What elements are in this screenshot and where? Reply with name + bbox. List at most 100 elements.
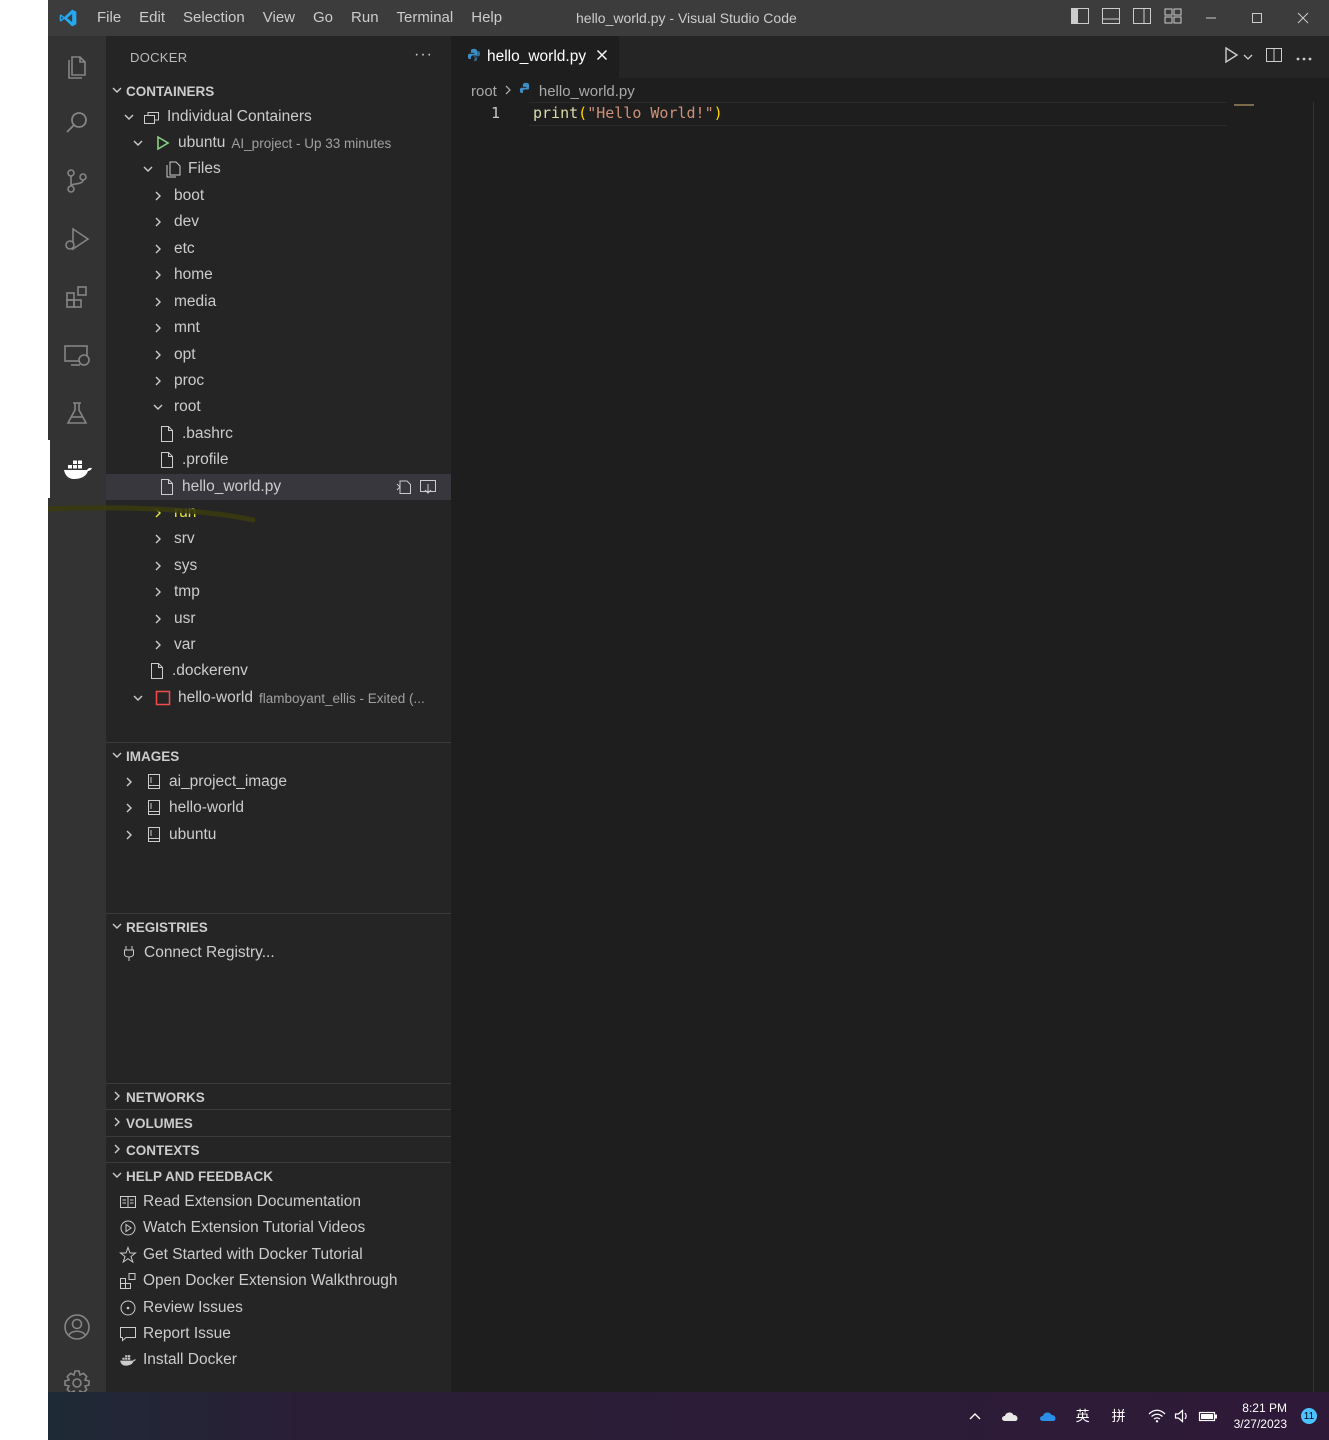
docker-icon[interactable]	[48, 440, 106, 498]
folder-etc[interactable]: etc	[106, 236, 451, 262]
toggle-panel-icon[interactable]	[1101, 7, 1121, 30]
volume-icon[interactable]	[1174, 1409, 1190, 1423]
folder-sys[interactable]: sys	[106, 553, 451, 579]
chevron-down-icon	[130, 135, 146, 151]
menu-view[interactable]: View	[254, 0, 304, 36]
folder-usr[interactable]: usr	[106, 606, 451, 632]
explorer-icon[interactable]	[48, 36, 106, 94]
testing-icon[interactable]	[48, 384, 106, 442]
menu-selection[interactable]: Selection	[174, 0, 254, 36]
folder-var[interactable]: var	[106, 632, 451, 658]
onedrive-icon[interactable]	[1038, 1410, 1058, 1422]
help-section-header[interactable]: HELP AND FEEDBACK	[106, 1163, 451, 1189]
editor-more-icon[interactable]	[1295, 49, 1313, 67]
extensions-icon[interactable]	[48, 268, 106, 326]
help-item-read-docs[interactable]: Read Extension Documentation	[106, 1189, 451, 1215]
folder-boot[interactable]: boot	[106, 183, 451, 209]
folder-mnt[interactable]: mnt	[106, 315, 451, 341]
remote-explorer-icon[interactable]	[48, 326, 106, 384]
folder-proc[interactable]: proc	[106, 368, 451, 394]
file-icon	[148, 662, 166, 680]
minimize-icon[interactable]	[1188, 0, 1234, 36]
maximize-icon[interactable]	[1234, 0, 1280, 36]
file-dockerenv[interactable]: .dockerenv	[106, 658, 451, 684]
toggle-secondary-sidebar-icon[interactable]	[1132, 7, 1152, 30]
folder-media[interactable]: media	[106, 289, 451, 315]
help-item-report-issue[interactable]: Report Issue	[106, 1321, 451, 1347]
individual-containers-group[interactable]: Individual Containers	[106, 104, 451, 130]
run-file-icon[interactable]	[1223, 46, 1239, 69]
comment-icon	[119, 1325, 137, 1343]
help-item-install-docker[interactable]: Install Docker	[106, 1347, 451, 1373]
token-paren-close: )	[713, 104, 723, 122]
help-item-walkthrough[interactable]: Open Docker Extension Walkthrough	[106, 1268, 451, 1294]
open-file-icon[interactable]	[395, 478, 413, 501]
folder-opt[interactable]: opt	[106, 342, 451, 368]
settings-gear-icon[interactable]	[48, 1354, 106, 1392]
image-item[interactable]: ubuntu	[106, 822, 451, 848]
ime-language-indicator[interactable]: 英	[1076, 1406, 1090, 1426]
chevron-down-icon[interactable]	[1243, 49, 1253, 67]
folder-root[interactable]: root	[106, 394, 451, 420]
close-tab-icon[interactable]	[596, 48, 608, 66]
sidebar-title: DOCKER	[130, 49, 188, 65]
clock-time: 8:21 PM	[1242, 1401, 1287, 1415]
container-hello-world[interactable]: hello-world flamboyant_ellis - Exited (.…	[106, 685, 451, 711]
customize-layout-icon[interactable]	[1163, 7, 1183, 30]
menu-run[interactable]: Run	[342, 0, 388, 36]
folder-dev[interactable]: dev	[106, 209, 451, 235]
container-ubuntu-status: AI_project - Up 33 minutes	[231, 135, 392, 151]
accounts-icon[interactable]	[48, 1298, 106, 1356]
editor-scrollbar[interactable]	[1313, 102, 1329, 1392]
more-actions-icon[interactable]: ···	[414, 46, 433, 64]
search-icon[interactable]	[48, 94, 106, 152]
menu-terminal[interactable]: Terminal	[388, 0, 463, 36]
file-bashrc[interactable]: .bashrc	[106, 421, 451, 447]
container-ubuntu[interactable]: ubuntu AI_project - Up 33 minutes	[106, 130, 451, 156]
menu-help[interactable]: Help	[462, 0, 511, 36]
help-item-review-issues[interactable]: Review Issues	[106, 1295, 451, 1321]
file-icon	[158, 478, 176, 496]
code-editor[interactable]: 1 print("Hello World!")	[451, 102, 1313, 1392]
image-item[interactable]: hello-world	[106, 795, 451, 821]
download-file-icon[interactable]	[419, 478, 437, 501]
image-item[interactable]: ai_project_image	[106, 769, 451, 795]
help-item-get-started[interactable]: Get Started with Docker Tutorial	[106, 1242, 451, 1268]
taskbar-clock[interactable]: 8:21 PM 3/27/2023	[1234, 1400, 1287, 1432]
battery-icon[interactable]	[1198, 1410, 1218, 1422]
wifi-icon[interactable]	[1148, 1409, 1166, 1423]
notification-badge[interactable]: 11	[1301, 1408, 1317, 1424]
registries-section-header[interactable]: REGISTRIES	[106, 914, 451, 940]
split-editor-icon[interactable]	[1265, 46, 1283, 69]
ime-pinyin-indicator[interactable]: 拼	[1112, 1406, 1126, 1426]
code-line[interactable]: print("Hello World!")	[533, 104, 723, 122]
menu-edit[interactable]: Edit	[130, 0, 174, 36]
toggle-primary-sidebar-icon[interactable]	[1070, 7, 1090, 30]
menu-go[interactable]: Go	[304, 0, 342, 36]
contexts-section-header[interactable]: CONTEXTS	[106, 1137, 451, 1163]
volumes-section-header[interactable]: VOLUMES	[106, 1110, 451, 1136]
python-file-icon	[467, 48, 481, 67]
help-item-watch-videos[interactable]: Watch Extension Tutorial Videos	[106, 1215, 451, 1241]
cloud-icon[interactable]	[1000, 1410, 1020, 1422]
source-control-icon[interactable]	[48, 152, 106, 210]
tab-hello-world-py[interactable]: hello_world.py	[451, 36, 619, 78]
folder-label: sys	[174, 557, 198, 574]
folder-home[interactable]: home	[106, 262, 451, 288]
containers-section-header[interactable]: CONTAINERS	[106, 78, 451, 104]
run-debug-icon[interactable]	[48, 210, 106, 268]
activity-bar	[48, 36, 106, 1392]
networks-section-header[interactable]: NETWORKS	[106, 1084, 451, 1110]
breadcrumb-root[interactable]: root	[471, 83, 497, 100]
breadcrumb-file[interactable]: hello_world.py	[539, 83, 635, 100]
images-section-header[interactable]: IMAGES	[106, 743, 451, 769]
connect-registry-item[interactable]: Connect Registry...	[106, 940, 451, 966]
files-node[interactable]: Files	[106, 156, 451, 182]
close-window-icon[interactable]	[1280, 0, 1326, 36]
file-hello-world-py[interactable]: hello_world.py	[106, 474, 451, 500]
minimap[interactable]	[1234, 104, 1254, 106]
folder-tmp[interactable]: tmp	[106, 579, 451, 605]
chevron-up-icon[interactable]	[968, 1411, 982, 1421]
file-profile[interactable]: .profile	[106, 447, 451, 473]
menu-file[interactable]: File	[88, 0, 130, 36]
